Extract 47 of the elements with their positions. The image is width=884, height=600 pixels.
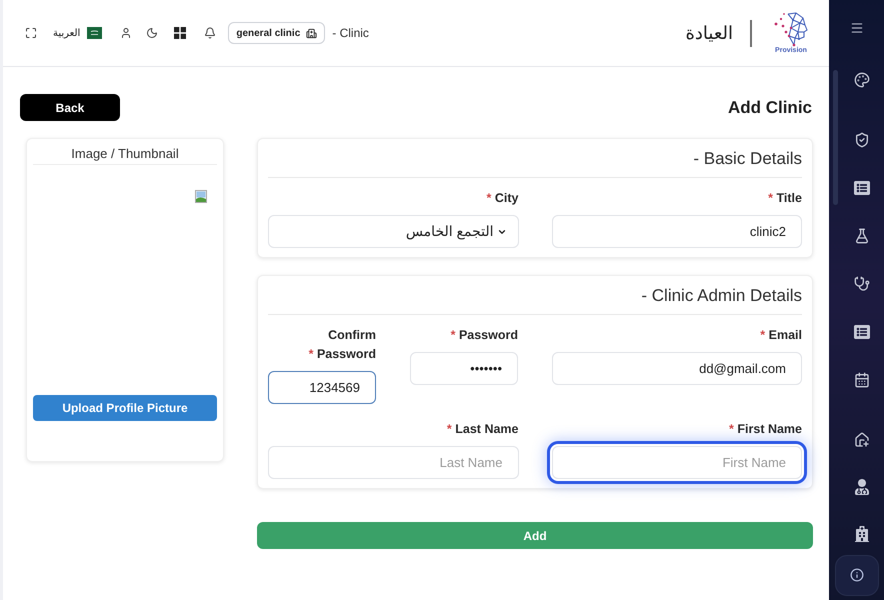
hospital-icon — [306, 28, 318, 38]
grid-icon[interactable] — [174, 27, 186, 39]
list-icon — [854, 324, 870, 340]
app-title: العيادة — [685, 22, 733, 44]
shield-check-icon — [854, 132, 870, 148]
menu-icon[interactable] — [850, 21, 864, 35]
section-title: - Basic Details — [692, 148, 802, 170]
field-label: Title * — [768, 190, 802, 207]
list-icon — [854, 180, 870, 196]
page-title: Add Clinic — [728, 96, 812, 119]
language-button[interactable]: العربية — [53, 26, 102, 40]
info-button[interactable] — [834, 554, 878, 596]
password-field[interactable]: 1234569 — [268, 371, 376, 404]
calendar-icon — [854, 372, 870, 388]
house-plus-icon — [854, 432, 870, 448]
fullscreen-icon[interactable] — [25, 27, 37, 39]
breadcrumb: - Clinic — [332, 25, 369, 42]
hospital-icon — [854, 526, 870, 542]
flask-icon — [854, 228, 870, 244]
palette-icon — [854, 72, 870, 88]
input-field[interactable]: clinic2 — [552, 215, 802, 248]
user-icon[interactable] — [120, 27, 132, 39]
flag-icon — [87, 27, 102, 39]
moon-icon[interactable] — [146, 27, 158, 39]
doctor-icon — [854, 478, 870, 494]
upload-button[interactable]: Upload Profile Picture — [33, 395, 217, 421]
password-field[interactable]: ••••••• — [410, 352, 518, 385]
field-label: Last Name * — [446, 421, 518, 438]
clinic-selector[interactable]: general clinic — [228, 22, 326, 44]
back-button[interactable]: Back — [20, 94, 120, 121]
field-label: Confirm Password * — [308, 327, 376, 363]
section-title: - Clinic Admin Details — [640, 285, 802, 307]
field-label: City * — [486, 190, 518, 207]
field-label: Password * — [450, 327, 518, 344]
field-label: First Name * — [729, 421, 802, 438]
scrollbar-thumb[interactable] — [833, 70, 838, 205]
card-title: Image / Thumbnail — [33, 139, 217, 165]
select-field[interactable]: التجمع الخامس — [268, 215, 518, 248]
image-icon — [195, 190, 207, 203]
bell-icon[interactable] — [204, 27, 216, 39]
field-label: Email * — [760, 327, 802, 344]
input-field[interactable]: Last Name — [268, 446, 518, 479]
logo-icon — [774, 11, 808, 47]
stethoscope-icon — [854, 276, 870, 292]
input-field[interactable]: First Name — [552, 446, 802, 479]
info-icon — [850, 568, 864, 582]
input-field[interactable]: dd@gmail.com — [552, 352, 802, 385]
